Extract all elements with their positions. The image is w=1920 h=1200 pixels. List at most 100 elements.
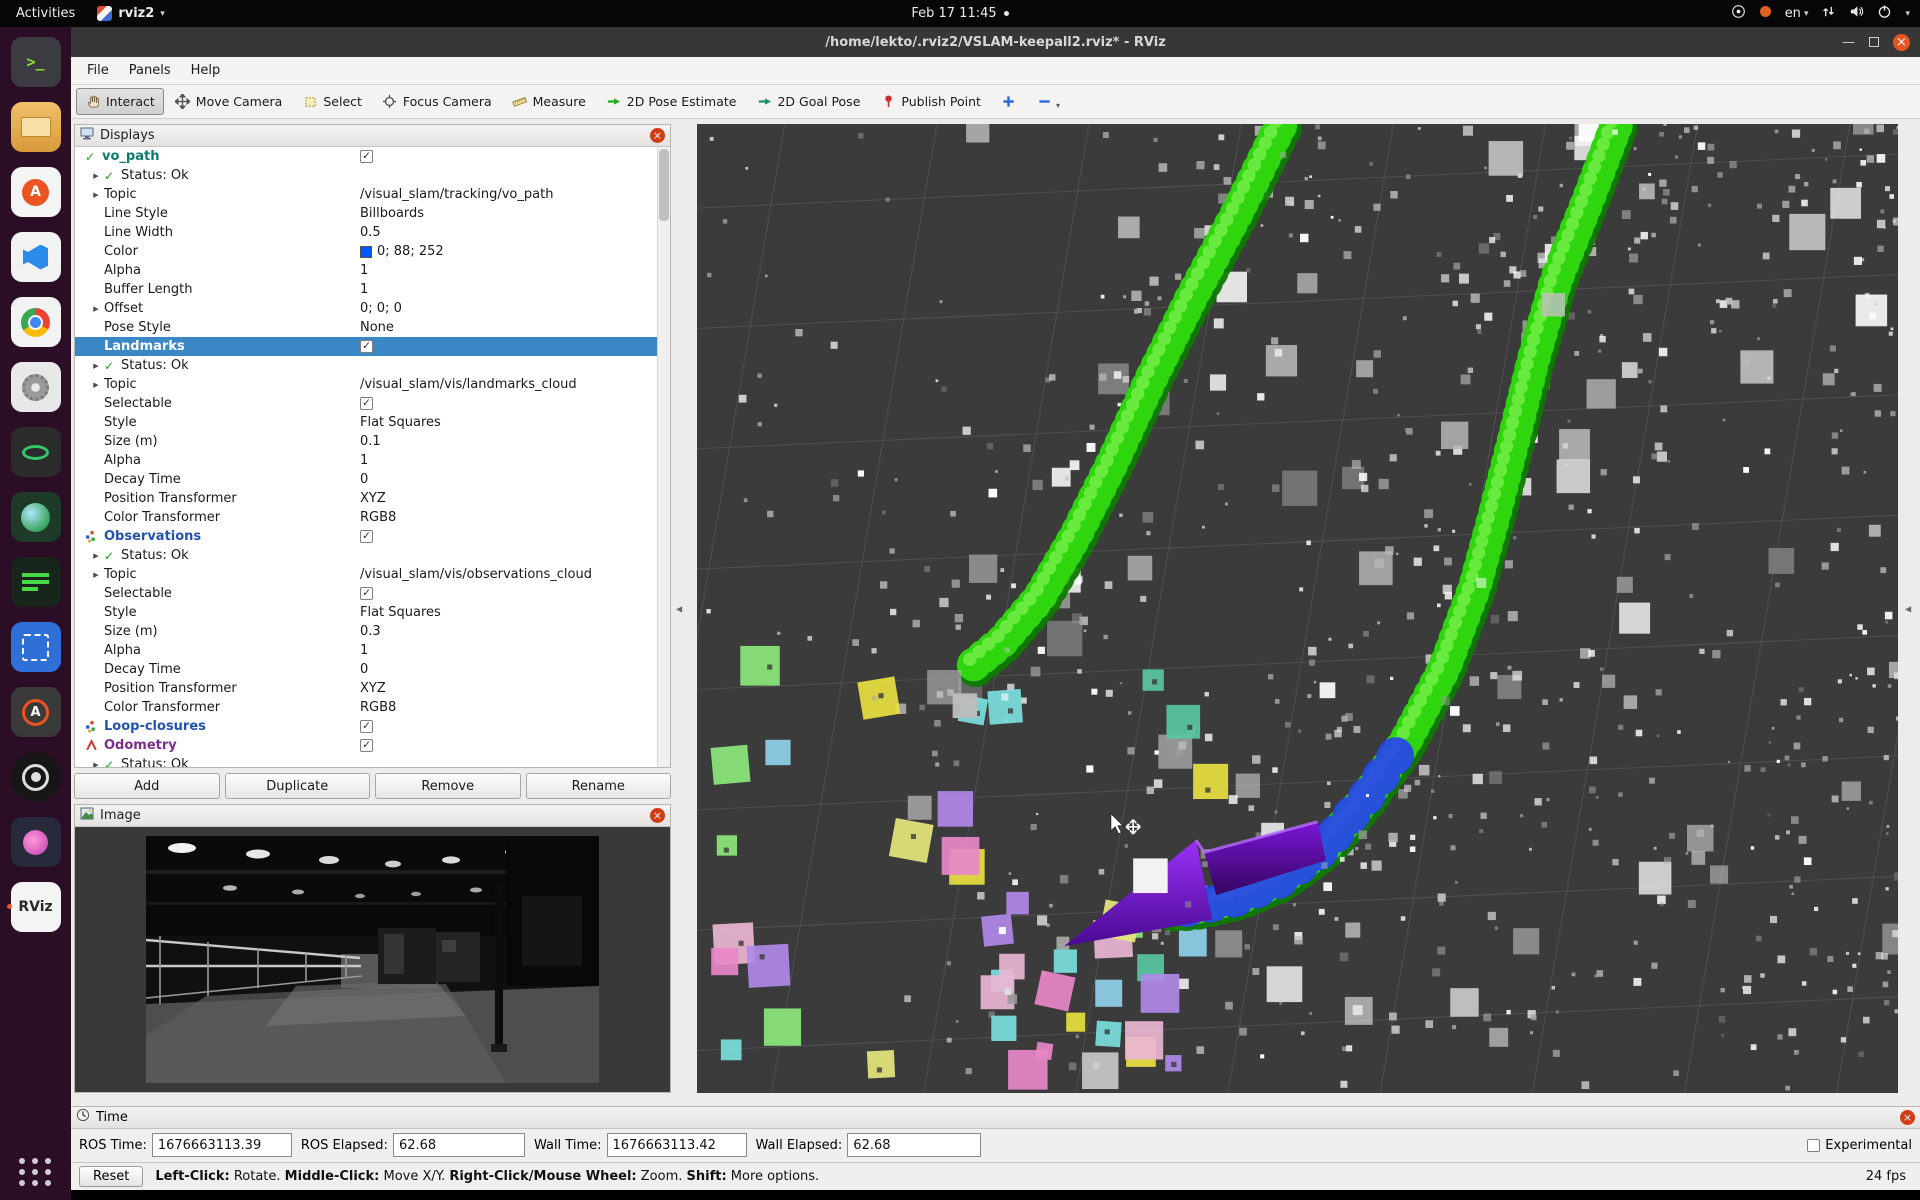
expander-icon[interactable]: ▶ (88, 381, 104, 389)
add-button[interactable]: Add (74, 773, 220, 799)
dock-green-terminal[interactable] (7, 557, 65, 607)
checkbox[interactable]: ✓ (360, 340, 373, 353)
show-applications-button[interactable] (19, 1158, 53, 1186)
dock-media-app[interactable] (7, 817, 65, 867)
tree-row-status-ok[interactable]: ▶✓Status: Ok (75, 356, 657, 375)
tree-row-line-width[interactable]: Line Width0.5 (75, 223, 657, 242)
checkbox[interactable]: ✓ (360, 739, 373, 752)
tree-row-status-ok[interactable]: ▶✓Status: Ok (75, 546, 657, 565)
tree-row-odometry[interactable]: Odometry✓ (75, 736, 657, 755)
interact-button[interactable]: Interact (76, 88, 164, 115)
remove-button[interactable]: Remove (375, 773, 521, 799)
wall-elapsed-field[interactable] (847, 1133, 981, 1157)
plus-button[interactable] (992, 88, 1026, 115)
tree-row-offset[interactable]: ▶Offset0; 0; 0 (75, 299, 657, 318)
dock-globe-app[interactable] (7, 492, 65, 542)
tree-row-topic[interactable]: ▶Topic/visual_slam/tracking/vo_path (75, 185, 657, 204)
checkbox[interactable]: ✓ (360, 530, 373, 543)
tree-row-position-transformer[interactable]: Position TransformerXYZ (75, 679, 657, 698)
scrollbar-thumb[interactable] (659, 149, 669, 221)
minimize-button[interactable]: — (1842, 35, 1855, 50)
collapse-left-icon[interactable]: ◀ (676, 604, 682, 613)
color-swatch[interactable] (360, 246, 372, 258)
tree-row-alpha[interactable]: Alpha1 (75, 451, 657, 470)
expander-icon[interactable]: ▶ (88, 172, 104, 180)
rename-button[interactable]: Rename (526, 773, 672, 799)
displays-panel-header[interactable]: Displays × (75, 125, 670, 147)
checkbox[interactable]: ✓ (360, 397, 373, 410)
duplicate-button[interactable]: Duplicate (225, 773, 371, 799)
dock-ubuntu-software[interactable]: A (7, 167, 65, 217)
expander-icon[interactable]: ▶ (88, 761, 104, 768)
expander-icon[interactable]: ▶ (88, 305, 104, 313)
dock-files[interactable] (7, 102, 65, 152)
expander-icon[interactable]: ▶ (88, 191, 104, 199)
activities-button[interactable]: Activities (10, 4, 81, 23)
tree-row-color-transformer[interactable]: Color TransformerRGB8 (75, 508, 657, 527)
tree-row-selectable[interactable]: Selectable✓ (75, 584, 657, 603)
panel-splitter[interactable]: ◀ (671, 124, 697, 1093)
ros-elapsed-field[interactable] (393, 1133, 525, 1157)
expander-icon[interactable]: ▶ (88, 362, 104, 370)
tree-row-alpha[interactable]: Alpha1 (75, 261, 657, 280)
tree-row-status-ok[interactable]: ▶✓Status: Ok (75, 166, 657, 185)
close-panel-icon[interactable]: × (650, 808, 665, 823)
2d-pose-estimate-button[interactable]: 2D Pose Estimate (597, 88, 746, 115)
checkbox[interactable]: ✓ (360, 150, 373, 163)
expander-icon[interactable]: ▶ (88, 552, 104, 560)
checkbox[interactable]: ✓ (360, 720, 373, 733)
publish-point-button[interactable]: Publish Point (871, 88, 990, 115)
tree-row-decay-time[interactable]: Decay Time0 (75, 660, 657, 679)
keyboard-layout-indicator[interactable]: en ▾ (1785, 6, 1809, 21)
tree-row-color[interactable]: Color0; 88; 252 (75, 242, 657, 261)
select-button[interactable]: Select (293, 88, 371, 115)
tree-row-buffer-length[interactable]: Buffer Length1 (75, 280, 657, 299)
3d-viewport[interactable] (697, 124, 1898, 1093)
minus-button[interactable]: ▾ (1028, 88, 1069, 115)
collapse-right-icon[interactable]: ◀ (1905, 604, 1911, 613)
measure-button[interactable]: Measure (503, 88, 595, 115)
menu-panels[interactable]: Panels (119, 60, 181, 81)
close-panel-icon[interactable]: × (1900, 1110, 1915, 1125)
chevron-down-icon[interactable]: ▾ (1905, 9, 1910, 19)
maximize-button[interactable] (1869, 37, 1879, 47)
experimental-checkbox[interactable] (1807, 1139, 1820, 1152)
tree-row-pose-style[interactable]: Pose StyleNone (75, 318, 657, 337)
dock-ubuntu-a[interactable]: A (7, 687, 65, 737)
tree-row-vo-path[interactable]: ✓vo_path✓ (75, 147, 657, 166)
network-icon[interactable] (1821, 4, 1836, 23)
tree-row-topic[interactable]: ▶Topic/visual_slam/vis/landmarks_cloud (75, 375, 657, 394)
displays-scrollbar[interactable] (657, 147, 670, 767)
dock-camera-viewer[interactable] (7, 427, 65, 477)
time-panel-header[interactable]: Time × (71, 1107, 1920, 1129)
dock-vscode[interactable] (7, 232, 65, 282)
tree-row-style[interactable]: StyleFlat Squares (75, 413, 657, 432)
focused-app-menu[interactable]: rviz2 ▾ (97, 6, 164, 21)
dock-terminal[interactable]: >_ (7, 37, 65, 87)
tree-row-status-ok[interactable]: ▶✓Status: Ok (75, 755, 657, 767)
reset-button[interactable]: Reset (79, 1166, 143, 1187)
tree-row-position-transformer[interactable]: Position TransformerXYZ (75, 489, 657, 508)
tree-row-size-m[interactable]: Size (m)0.1 (75, 432, 657, 451)
power-icon[interactable] (1877, 4, 1892, 23)
tree-row-selectable[interactable]: Selectable✓ (75, 394, 657, 413)
record-dot-icon[interactable] (1759, 5, 1772, 22)
cast-icon[interactable] (1731, 4, 1746, 23)
tree-row-color-transformer[interactable]: Color TransformerRGB8 (75, 698, 657, 717)
ros-time-field[interactable] (152, 1133, 292, 1157)
expander-icon[interactable]: ▶ (88, 571, 104, 579)
dock-rviz[interactable]: RViz (7, 882, 65, 932)
dock-selection-tool[interactable] (7, 622, 65, 672)
close-panel-icon[interactable]: × (650, 128, 665, 143)
dock-settings[interactable] (7, 362, 65, 412)
dock-obs-studio[interactable] (7, 752, 65, 802)
tree-row-landmarks[interactable]: Landmarks✓ (75, 337, 657, 356)
tree-row-topic[interactable]: ▶Topic/visual_slam/vis/observations_clou… (75, 565, 657, 584)
tree-row-decay-time[interactable]: Decay Time0 (75, 470, 657, 489)
wall-time-field[interactable] (607, 1133, 747, 1157)
2d-goal-pose-button[interactable]: 2D Goal Pose (747, 88, 869, 115)
menu-file[interactable]: File (77, 60, 119, 81)
tree-row-loop-closures[interactable]: Loop-closures✓ (75, 717, 657, 736)
tree-row-style[interactable]: StyleFlat Squares (75, 603, 657, 622)
dock-chrome[interactable] (7, 297, 65, 347)
